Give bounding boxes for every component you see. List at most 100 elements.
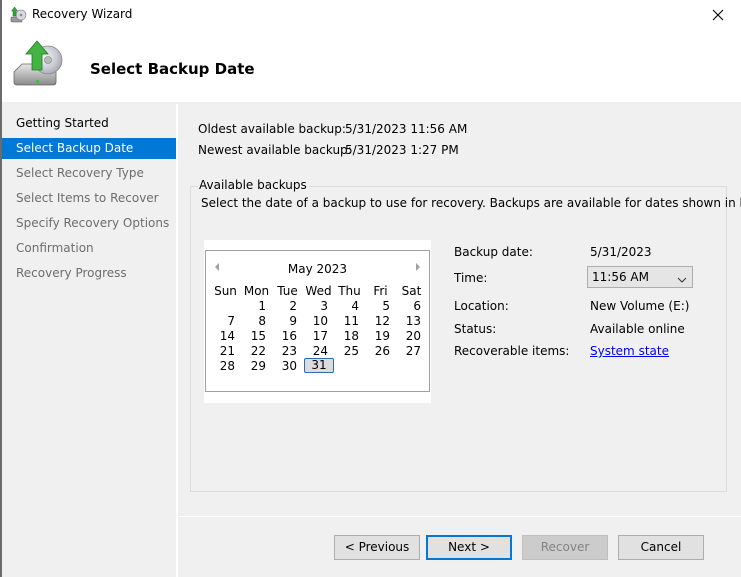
calendar-day-label: 6 <box>413 298 421 313</box>
sidebar-item-specify-recovery-options: Specify Recovery Options <box>16 216 170 230</box>
oldest-backup-value: 5/31/2023 11:56 AM <box>345 122 468 136</box>
calendar-day[interactable]: 21 <box>210 343 241 358</box>
oldest-backup-label: Oldest available backup: <box>198 122 346 136</box>
newest-backup-value: 5/31/2023 1:27 PM <box>345 143 459 157</box>
calendar-day[interactable]: 28 <box>210 358 241 373</box>
calendar-day[interactable]: 5 <box>365 298 396 313</box>
previous-button[interactable]: < Previous <box>334 535 420 560</box>
calendar-day-label: 7 <box>227 313 235 328</box>
calendar-week-row: 28 29 30 31 <box>210 358 427 373</box>
calendar-day-label: 16 <box>281 328 297 343</box>
weekday-label: Wed <box>305 283 332 298</box>
sidebar-item-select-recovery-type: Select Recovery Type <box>16 166 144 180</box>
newest-backup-label: Newest available backup: <box>198 143 352 157</box>
wizard-steps-sidebar: Getting Started Select Backup Date Selec… <box>2 104 176 577</box>
next-month-button[interactable] <box>413 261 423 273</box>
backup-date-value: 5/31/2023 <box>590 245 652 259</box>
calendar-day-label: 29 <box>250 358 266 373</box>
location-value: New Volume (E:) <box>590 299 690 313</box>
calendar-day-label: 1 <box>258 298 266 313</box>
calendar-day[interactable]: 18 <box>334 328 365 343</box>
weekday-label: Sat <box>401 283 422 298</box>
calendar-day-selected[interactable]: 31 <box>303 358 334 373</box>
calendar-day-label: 24 <box>312 343 328 358</box>
calendar-day[interactable]: 17 <box>303 328 334 343</box>
calendar-day-label: 2 <box>289 298 297 313</box>
calendar-day[interactable]: 23 <box>272 343 303 358</box>
calendar-day[interactable]: 2 <box>272 298 303 313</box>
calendar-day[interactable]: 12 <box>365 313 396 328</box>
calendar-empty-cell <box>396 358 427 373</box>
calendar-day-label: 9 <box>289 313 297 328</box>
sidebar-item-select-items-to-recover: Select Items to Recover <box>16 191 159 205</box>
calendar-day-label: 30 <box>281 358 297 373</box>
calendar-day[interactable]: 10 <box>303 313 334 328</box>
sidebar-item-getting-started[interactable]: Getting Started <box>2 113 176 134</box>
calendar-week-row: 1 2 3 4 5 6 <box>210 298 427 313</box>
calendar-empty-cell <box>365 358 396 373</box>
calendar-empty-cell <box>334 358 365 373</box>
calendar-day[interactable]: 7 <box>210 313 241 328</box>
weekday-label: Thu <box>338 283 361 298</box>
calendar-grid: Sun Mon Tue Wed Thu Fri Sat 1 2 3 4 5 6 7 8 9 10 1… <box>210 283 427 373</box>
calendar-day[interactable]: 24 <box>303 343 334 358</box>
calendar-day-label: 10 <box>312 313 328 328</box>
weekday-label: Tue <box>277 283 298 298</box>
recoverable-items-link[interactable]: System state <box>590 344 669 358</box>
calendar-week-row: 7 8 9 10 11 12 13 <box>210 313 427 328</box>
calendar-day[interactable]: 26 <box>365 343 396 358</box>
calendar-day-label: 15 <box>250 328 266 343</box>
calendar-day-label: 31 <box>304 358 334 373</box>
calendar-day[interactable]: 19 <box>365 328 396 343</box>
calendar-day[interactable]: 13 <box>396 313 427 328</box>
weekday-label: Fri <box>373 283 388 298</box>
calendar-day-label: 5 <box>382 298 390 313</box>
backup-drive-restore-icon <box>8 36 64 92</box>
calendar-day-label: 18 <box>343 328 359 343</box>
close-icon <box>712 9 724 21</box>
calendar-week-row: 21 22 23 24 25 26 27 <box>210 343 427 358</box>
location-label: Location: <box>454 299 509 313</box>
calendar-day[interactable]: 9 <box>272 313 303 328</box>
calendar-month-label[interactable]: May 2023 <box>206 262 429 276</box>
calendar-day[interactable]: 3 <box>303 298 334 313</box>
calendar-day[interactable]: 1 <box>241 298 272 313</box>
calendar-day-label: 22 <box>250 343 266 358</box>
close-button[interactable] <box>695 0 741 30</box>
calendar-day[interactable]: 14 <box>210 328 241 343</box>
time-dropdown-value: 11:56 AM <box>592 270 649 284</box>
calendar-day-label: 20 <box>405 328 421 343</box>
calendar-day[interactable]: 25 <box>334 343 365 358</box>
recoverable-items-label: Recoverable items: <box>454 344 570 358</box>
calendar-day[interactable]: 27 <box>396 343 427 358</box>
calendar-day[interactable]: 29 <box>241 358 272 373</box>
calendar-day-label: 4 <box>351 298 359 313</box>
calendar-day-label: 3 <box>320 298 328 313</box>
calendar-day[interactable]: 11 <box>334 313 365 328</box>
calendar-day-label: 27 <box>405 343 421 358</box>
calendar-week-row: 14 15 16 17 18 19 20 <box>210 328 427 343</box>
status-label: Status: <box>454 322 497 336</box>
wizard-header: Select Backup Date <box>2 30 741 102</box>
calendar-day[interactable]: 20 <box>396 328 427 343</box>
cancel-button[interactable]: Cancel <box>618 535 704 560</box>
calendar-day-label: 19 <box>374 328 390 343</box>
calendar-day[interactable]: 6 <box>396 298 427 313</box>
calendar-day-label: 26 <box>374 343 390 358</box>
chevron-down-icon <box>677 273 687 283</box>
next-button[interactable]: Next > <box>426 535 512 560</box>
title-bar: Recovery Wizard <box>2 0 741 30</box>
calendar-day[interactable]: 15 <box>241 328 272 343</box>
sidebar-item-select-backup-date[interactable]: Select Backup Date <box>2 138 176 159</box>
calendar-day[interactable]: 16 <box>272 328 303 343</box>
calendar-day[interactable]: 30 <box>272 358 303 373</box>
time-dropdown[interactable]: 11:56 AM <box>587 266 693 288</box>
calendar-day-label: 23 <box>281 343 297 358</box>
calendar-day[interactable]: 4 <box>334 298 365 313</box>
calendar-day-label: 21 <box>219 343 235 358</box>
calendar-day[interactable]: 22 <box>241 343 272 358</box>
backup-calendar[interactable]: May 2023 Sun Mon Tue Wed Thu Fri Sat 123… <box>205 250 430 392</box>
calendar-day[interactable]: 8 <box>241 313 272 328</box>
calendar-day-label: 17 <box>312 328 328 343</box>
time-label: Time: <box>454 271 488 285</box>
